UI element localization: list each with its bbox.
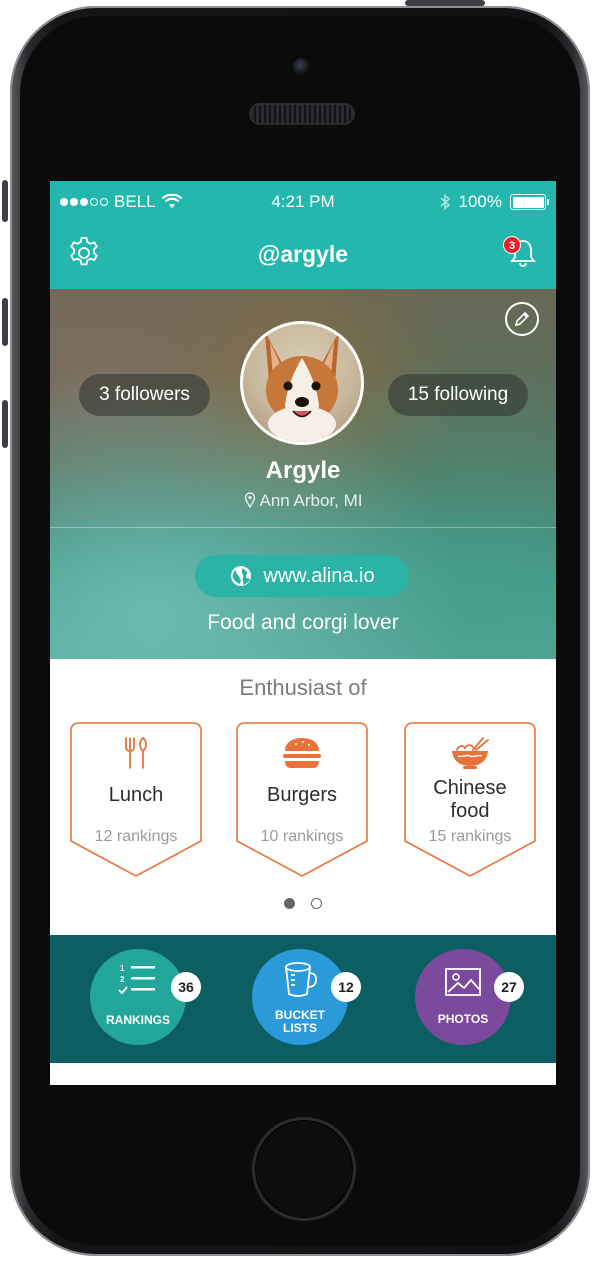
- utensils-icon: [70, 736, 202, 770]
- pencil-icon: [514, 311, 530, 327]
- page-title: @argyle: [257, 241, 349, 267]
- photos-count: 27: [494, 972, 524, 1002]
- following-button[interactable]: 15 following: [388, 374, 528, 416]
- profile-header: 3 followers 15 following Argyle Ann Arbo…: [50, 289, 556, 659]
- burger-icon: [236, 736, 368, 770]
- stats-bar: 12 RANKINGS 36 BUCKET LISTS 12 PHOTOS 27: [50, 935, 556, 1063]
- power-button: [405, 0, 485, 6]
- card-label-line1: Chinese: [433, 777, 507, 799]
- card-label: Burgers: [266, 784, 338, 806]
- battery-percent: 100%: [458, 192, 502, 211]
- category-card-chinese-food[interactable]: Chinese food 15 rankings: [404, 722, 536, 877]
- bluetooth-icon: [439, 193, 450, 211]
- svg-text:2: 2: [120, 975, 125, 984]
- battery-icon: [510, 194, 549, 210]
- status-bar: BELL 4:21 PM 100%: [50, 181, 556, 223]
- bucket-lists-count: 12: [331, 972, 361, 1002]
- header-divider: [50, 527, 556, 528]
- page-indicator: [284, 898, 322, 909]
- earpiece-speaker: [249, 103, 355, 125]
- card-label: Chinese food: [404, 777, 536, 823]
- card-count: 10 rankings: [260, 828, 344, 845]
- noodle-bowl-icon: [404, 736, 536, 770]
- card-count: 15 rankings: [428, 828, 512, 845]
- front-camera: [293, 58, 311, 76]
- photos-label: PHOTOS: [437, 1012, 489, 1026]
- card-count: 12 rankings: [94, 828, 178, 845]
- page-dot-2[interactable]: [311, 898, 322, 909]
- volume-up-button: [2, 298, 8, 346]
- profile-name: Argyle: [265, 457, 341, 484]
- mute-switch: [2, 180, 8, 222]
- bucket-lists-label: BUCKET LISTS: [252, 1009, 348, 1035]
- home-button[interactable]: [252, 1117, 356, 1221]
- category-card-lunch[interactable]: Lunch 12 rankings: [70, 722, 202, 877]
- bucket-lists-button[interactable]: BUCKET LISTS: [252, 949, 348, 1045]
- volume-down-button: [2, 400, 8, 448]
- status-right: 100%: [439, 192, 549, 212]
- followers-button[interactable]: 3 followers: [79, 374, 210, 416]
- photos-button[interactable]: PHOTOS: [415, 949, 511, 1045]
- profile-location: Ann Arbor, MI: [50, 491, 556, 511]
- enthusiast-heading: Enthusiast of: [239, 675, 367, 700]
- page-dot-1[interactable]: [284, 898, 295, 909]
- nav-bar: @argyle 3: [50, 223, 556, 289]
- location-pin-icon: [244, 492, 255, 509]
- card-label: Lunch: [108, 784, 164, 806]
- website-link[interactable]: www.alina.io: [195, 555, 409, 597]
- bucket-lists-label-line2: LISTS: [282, 1021, 317, 1035]
- svg-text:1: 1: [120, 964, 125, 973]
- card-label-line2: food: [450, 800, 490, 822]
- avatar: [240, 321, 364, 445]
- edit-profile-button[interactable]: [505, 302, 539, 336]
- globe-icon: [231, 566, 252, 586]
- rankings-count: 36: [171, 972, 201, 1002]
- location-text: Ann Arbor, MI: [259, 491, 363, 510]
- corgi-avatar-image: [265, 332, 339, 442]
- profile-bio: Food and corgi lover: [207, 611, 399, 634]
- category-card-burgers[interactable]: Burgers 10 rankings: [236, 722, 368, 877]
- website-text: www.alina.io: [263, 565, 375, 587]
- app-screen: BELL 4:21 PM 100% @argyle 3 3 followers …: [50, 181, 556, 1085]
- rankings-button[interactable]: 1 2 RANKINGS: [90, 949, 186, 1045]
- rankings-label: RANKINGS: [105, 1013, 170, 1027]
- notification-badge: 3: [503, 236, 521, 254]
